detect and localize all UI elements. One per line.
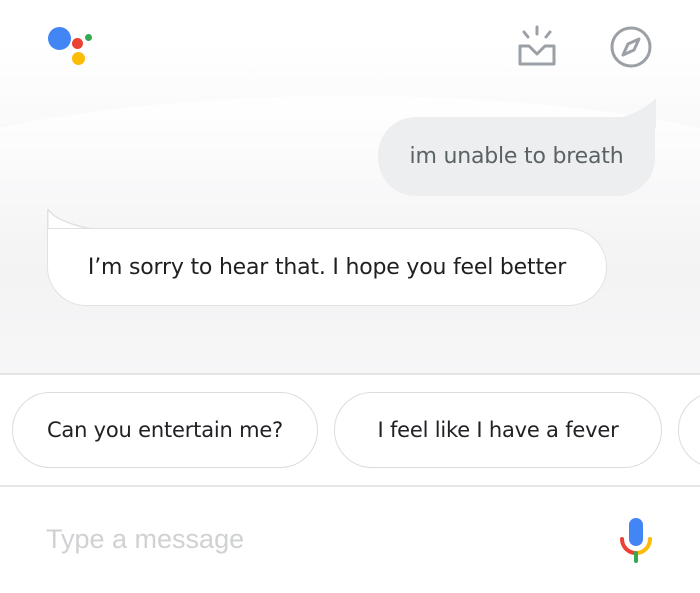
assistant-message-text: I’m sorry to hear that. I hope you feel … (87, 254, 567, 280)
suggestion-chip[interactable]: I feel like I have a fever (334, 392, 662, 468)
suggestion-chips-row: Can you entertain me? I feel like I have… (0, 375, 700, 485)
updates-tray-icon[interactable] (514, 24, 560, 70)
conversation-area: im unable to breath I’m sorry to hear th… (0, 0, 700, 376)
microphone-icon[interactable] (618, 517, 654, 563)
message-input[interactable] (46, 515, 566, 563)
suggestion-chip-partial[interactable] (678, 392, 700, 468)
google-assistant-logo-icon (44, 24, 100, 72)
logo-red-dot (72, 38, 83, 49)
user-message-text: im unable to breath (409, 144, 624, 169)
assistant-message-bubble: I’m sorry to hear that. I hope you feel … (47, 228, 607, 306)
logo-green-dot (85, 34, 92, 41)
suggestion-chip-label: I feel like I have a fever (377, 418, 619, 442)
suggestion-chip-label: Can you entertain me? (46, 418, 284, 442)
composer-bar (0, 487, 700, 593)
top-bar (0, 0, 700, 96)
suggestion-chip[interactable]: Can you entertain me? (12, 392, 318, 468)
explore-compass-icon[interactable] (608, 24, 654, 70)
user-message-bubble: im unable to breath (378, 117, 655, 196)
assistant-app: im unable to breath I’m sorry to hear th… (0, 0, 700, 593)
logo-yellow-dot (72, 52, 85, 65)
logo-blue-dot (48, 27, 71, 50)
